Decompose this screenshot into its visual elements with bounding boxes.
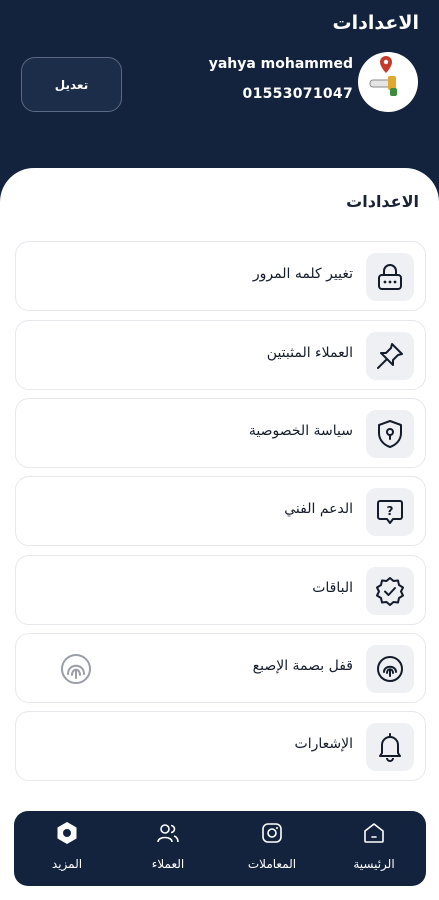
bell-icon-box — [366, 723, 414, 771]
settings-item-fingerprint-lock[interactable]: قفل بصمة الإصبع — [15, 633, 426, 703]
section-title: الاعدادات — [346, 192, 419, 211]
nav-label: المزيد — [51, 857, 83, 871]
svg-text:?: ? — [387, 504, 394, 518]
settings-item-label: سياسة الخصوصية — [248, 423, 353, 439]
settings-item-notifications[interactable]: الإشعارات — [15, 711, 426, 781]
settings-item-label: الباقات — [312, 580, 353, 596]
badge-check-icon — [376, 577, 404, 606]
more-hexagon-icon — [57, 822, 77, 844]
settings-item-change-password[interactable]: تغيير كلمه المرور — [15, 241, 426, 311]
settings-item-label: العملاء المثبتين — [266, 345, 353, 361]
help-chat-icon: ? — [377, 500, 403, 524]
fingerprint-icon — [377, 656, 403, 682]
user-phone: 01553071047 — [242, 86, 353, 102]
avatar-image — [369, 56, 397, 96]
nav-label: الرئيسية — [353, 857, 395, 871]
settings-item-pinned-clients[interactable]: العملاء المثبتين — [15, 320, 426, 390]
fingerprint-icon-box — [366, 645, 414, 693]
nav-label: العملاء — [151, 857, 185, 871]
lock-icon-box — [366, 253, 414, 301]
settings-item-privacy-policy[interactable]: سياسة الخصوصية — [15, 398, 426, 468]
settings-sheet: الاعدادات تغيير كلمه المرور العملاء المث… — [0, 168, 439, 900]
nav-item-transactions[interactable]: المعاملات — [232, 811, 312, 886]
nav-label: المعاملات — [247, 857, 297, 871]
settings-item-label: الإشعارات — [294, 736, 353, 752]
settings-item-support[interactable]: ? الدعم الفني — [15, 476, 426, 546]
user-name: yahya mohammed — [208, 56, 353, 72]
lock-icon — [378, 264, 402, 290]
shield-icon — [378, 420, 402, 448]
help-chat-icon-box: ? — [366, 488, 414, 536]
transactions-icon — [262, 823, 282, 843]
pin-icon — [377, 343, 403, 369]
nav-item-home[interactable]: الرئيسية — [334, 811, 414, 886]
avatar[interactable] — [358, 52, 418, 112]
fingerprint-toggle-icon[interactable] — [60, 653, 92, 685]
home-icon — [364, 823, 384, 843]
settings-item-label: قفل بصمة الإصبع — [252, 658, 353, 674]
edit-profile-button[interactable]: تعديل — [21, 57, 122, 112]
nav-item-clients[interactable]: العملاء — [128, 811, 208, 886]
settings-item-label: الدعم الفني — [284, 501, 353, 517]
pin-icon-box — [366, 332, 414, 380]
nav-item-more[interactable]: المزيد — [27, 811, 107, 886]
badge-check-icon-box — [366, 567, 414, 615]
bell-icon — [379, 733, 401, 762]
settings-item-label: تغيير كلمه المرور — [252, 266, 353, 282]
bottom-nav: المزيد العملاء المعاملات الرئيسية — [14, 811, 426, 886]
page-title: الاعدادات — [332, 12, 419, 34]
shield-icon-box — [366, 410, 414, 458]
users-icon — [157, 824, 179, 843]
settings-item-packages[interactable]: الباقات — [15, 555, 426, 625]
